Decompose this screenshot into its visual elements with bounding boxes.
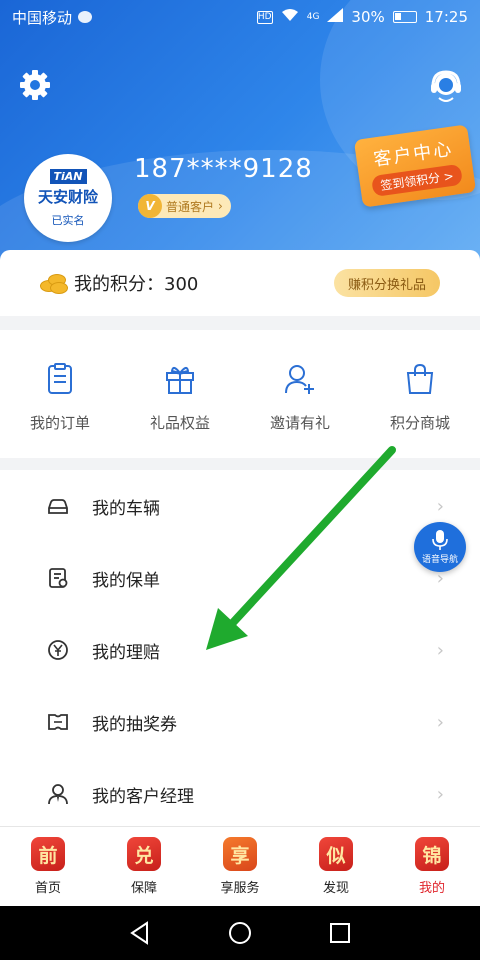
tab-services[interactable]: 享 享服务 xyxy=(192,827,288,906)
discover-tab-icon: 似 xyxy=(319,837,353,871)
menu-item-lottery-tickets[interactable]: 我的抽奖券 › xyxy=(0,686,480,758)
ticket-icon xyxy=(48,714,68,730)
quick-action-label: 礼品权益 xyxy=(149,414,210,432)
home-icon[interactable] xyxy=(227,920,253,946)
tab-label: 发现 xyxy=(322,881,349,896)
shop-bag-icon xyxy=(406,363,434,394)
quick-action-invite[interactable]: 邀请有礼 xyxy=(240,330,360,458)
back-icon[interactable] xyxy=(127,920,153,946)
tab-home[interactable]: 前 首页 xyxy=(0,827,96,906)
verified-status: 已实名 xyxy=(51,213,85,227)
menu-item-label: 我的客户经理 xyxy=(92,786,194,807)
tab-mine[interactable]: 锦 我的 xyxy=(384,827,480,906)
hd-icon: HD xyxy=(256,10,273,24)
menu-item-label: 我的保单 xyxy=(92,570,160,591)
claim-yen-icon xyxy=(48,640,68,660)
manager-icon xyxy=(48,784,68,805)
avatar[interactable]: TiAN 天安财险 已实名 xyxy=(24,154,112,242)
protection-tab-icon: 兑 xyxy=(127,837,161,871)
menu-item-account-manager[interactable]: 我的客户经理 › xyxy=(0,758,480,830)
status-icons: HD 4G 30% 17:25 xyxy=(256,8,468,26)
points-balance: 我的积分：300 xyxy=(74,274,199,295)
settings-gear-icon[interactable] xyxy=(18,68,52,102)
menu-list: 我的车辆 › 我的保单 › 我的理赔 › 我的抽奖券 › 我的客户经理 › xyxy=(0,470,480,826)
services-tab-icon: 享 xyxy=(223,837,257,871)
company-logo-mark: TiAN xyxy=(49,168,87,184)
wifi-icon xyxy=(281,8,299,26)
chevron-right-icon: › xyxy=(436,783,444,805)
voice-navigation-label: 语音导航 xyxy=(421,555,458,565)
carrier-name: 中国移动 xyxy=(12,8,73,27)
menu-item-policies[interactable]: 我的保单 › xyxy=(0,542,480,614)
customer-service-headset-icon[interactable] xyxy=(428,68,464,104)
coins-icon xyxy=(40,272,68,294)
chevron-right-icon: › xyxy=(218,199,223,213)
signal-icon xyxy=(327,8,344,26)
membership-level-label: 普通客户 xyxy=(166,199,215,214)
membership-level-badge[interactable]: V 普通客户 › xyxy=(138,194,231,218)
menu-item-vehicles[interactable]: 我的车辆 › xyxy=(0,470,480,542)
menu-item-label: 我的理赔 xyxy=(92,642,160,663)
tab-label: 享服务 xyxy=(220,881,260,896)
clock: 17:25 xyxy=(424,8,468,26)
chevron-right-icon: › xyxy=(436,711,444,733)
gift-icon xyxy=(166,367,194,394)
menu-item-label: 我的抽奖券 xyxy=(92,714,177,735)
network-type: 4G xyxy=(306,12,320,22)
quick-action-orders[interactable]: 我的订单 xyxy=(0,330,120,458)
tab-label: 保障 xyxy=(130,881,157,896)
carrier: 中国移动 xyxy=(12,7,93,28)
tab-protection[interactable]: 兑 保障 xyxy=(96,827,192,906)
quick-actions: 我的订单 礼品权益 邀请有礼 积分商城 xyxy=(0,330,480,458)
battery-icon xyxy=(392,11,417,23)
menu-item-claims[interactable]: 我的理赔 › xyxy=(0,614,480,686)
mine-tab-icon: 锦 xyxy=(415,837,449,871)
home-tab-icon: 前 xyxy=(31,837,65,871)
points-row: 我的积分：300 赚积分换礼品 xyxy=(0,250,480,316)
voice-navigation-button[interactable]: 语音导航 xyxy=(414,522,466,572)
chevron-right-icon: › xyxy=(436,639,444,661)
earn-points-button[interactable]: 赚积分换礼品 xyxy=(333,269,440,297)
quick-action-gifts[interactable]: 礼品权益 xyxy=(120,330,240,458)
battery-percent: 30% xyxy=(351,8,385,26)
recent-apps-icon[interactable] xyxy=(327,920,353,946)
status-bar: 中国移动 HD 4G 30% 17:25 xyxy=(0,0,480,34)
menu-item-label: 我的车辆 xyxy=(92,498,160,519)
car-icon xyxy=(48,499,68,514)
invite-icon xyxy=(285,365,314,394)
tab-label: 首页 xyxy=(34,881,61,896)
quick-action-label: 积分商城 xyxy=(389,414,450,432)
message-icon xyxy=(78,11,93,23)
microphone-icon xyxy=(432,530,448,550)
tab-label: 我的 xyxy=(418,881,445,896)
bottom-tab-bar: 前 首页 兑 保障 享 享服务 似 发现 锦 我的 xyxy=(0,826,480,906)
vip-icon: V xyxy=(138,194,162,218)
policy-icon xyxy=(49,568,68,588)
tab-discover[interactable]: 似 发现 xyxy=(288,827,384,906)
quick-action-points-mall[interactable]: 积分商城 xyxy=(360,330,480,458)
chevron-right-icon: › xyxy=(436,495,444,517)
system-navigation-bar xyxy=(0,906,480,960)
company-logo-text: 天安财险 xyxy=(37,187,98,206)
user-phone: 187****9128 xyxy=(134,154,313,184)
order-icon xyxy=(48,363,72,394)
quick-action-label: 邀请有礼 xyxy=(269,414,330,432)
quick-action-label: 我的订单 xyxy=(29,414,90,432)
